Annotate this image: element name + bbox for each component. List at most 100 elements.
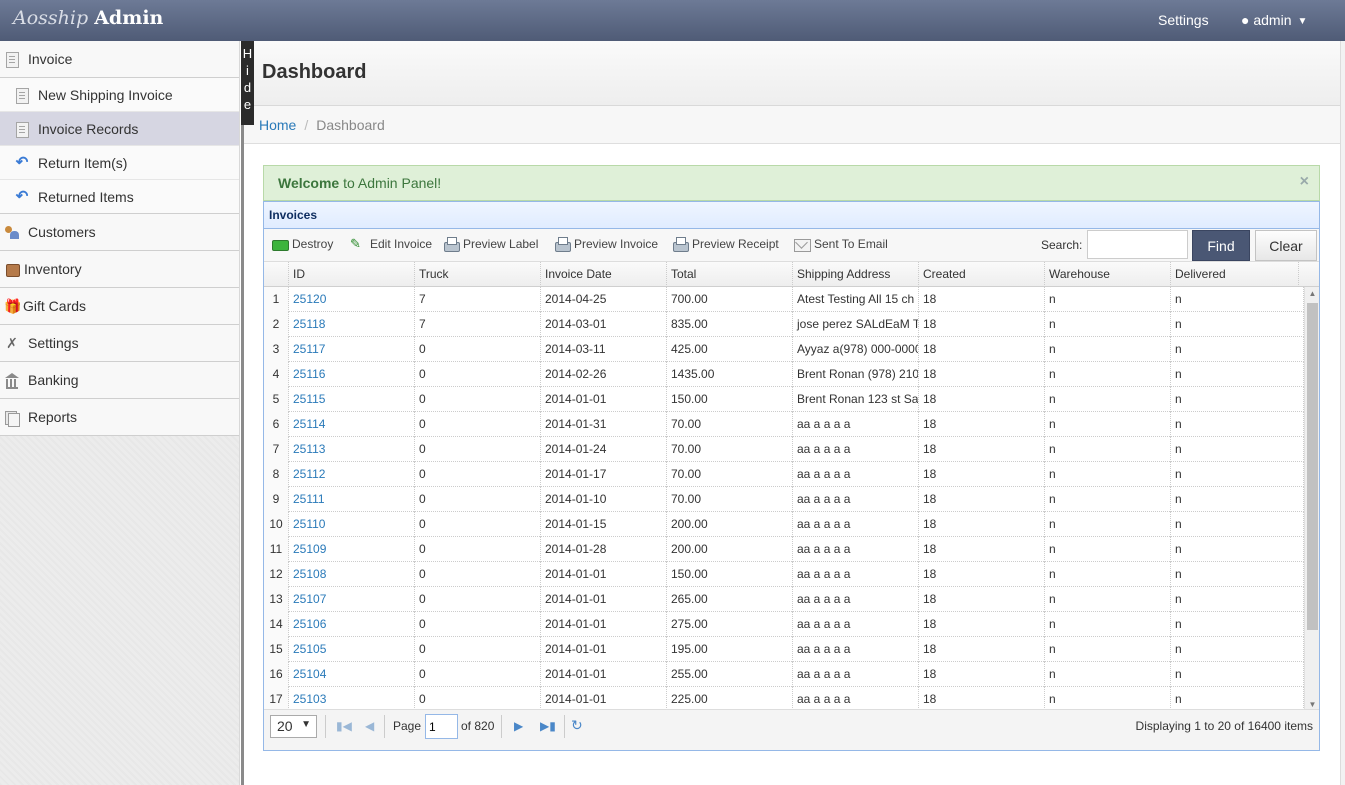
cell-created: 18 — [919, 462, 1045, 487]
table-row[interactable]: 1 25120 7 2014-04-25 700.00 Atest Testing All… — [264, 287, 1304, 312]
sidebar-item-new-shipping-invoice[interactable]: New Shipping Invoice — [0, 78, 239, 112]
search-label: Search: — [1041, 238, 1083, 252]
invoice-id-link[interactable]: 25117 — [293, 342, 325, 356]
sidebar-item-return-items[interactable]: ↶ Return Item(s) — [0, 146, 239, 180]
brand-logo[interactable]: Aosship Admin — [13, 7, 163, 29]
table-row[interactable]: 6 25114 0 2014-01-31 70.00 aa a a a a 18 n n — [264, 412, 1304, 437]
invoice-id-link[interactable]: 25116 — [293, 367, 325, 381]
cell-total: 195.00 — [667, 637, 793, 662]
table-row[interactable]: 17 25103 0 2014-01-01 225.00 aa a a a a 18 n n — [264, 687, 1304, 709]
row-number: 5 — [264, 387, 289, 412]
send-email-label: Sent To Email — [814, 237, 888, 251]
invoice-id-link[interactable]: 25105 — [293, 642, 326, 656]
hide-sidebar-toggle[interactable]: H i d e — [241, 41, 254, 125]
chevron-down-icon: ▼ — [1297, 16, 1308, 27]
table-row[interactable]: 16 25104 0 2014-01-01 255.00 aa a a a a 18 n n — [264, 662, 1304, 687]
table-row[interactable]: 3 25117 0 2014-03-11 425.00 Ayyaz a(978) 000-… — [264, 337, 1304, 362]
top-settings-link[interactable]: Settings — [1158, 12, 1209, 28]
previous-page-icon[interactable]: ◀ — [365, 719, 374, 733]
grid-scrollbar[interactable]: ▲ ▼ — [1304, 287, 1319, 709]
cell-invoice-date: 2014-03-11 — [541, 337, 667, 362]
table-row[interactable]: 9 25111 0 2014-01-10 70.00 aa a a a a 18 n n — [264, 487, 1304, 512]
sidebar-group-settings[interactable]: ✗ Settings — [0, 325, 239, 362]
invoice-id-link[interactable]: 25113 — [293, 442, 325, 456]
cell-truck: 0 — [415, 537, 541, 562]
column-header-delivered[interactable]: Delivered — [1171, 262, 1299, 287]
cell-delivered: n — [1171, 512, 1304, 537]
cell-created: 18 — [919, 512, 1045, 537]
cell-invoice-date: 2014-01-01 — [541, 687, 667, 709]
invoice-id-link[interactable]: 25112 — [293, 467, 325, 481]
invoice-id-link[interactable]: 25103 — [293, 692, 326, 706]
scroll-up-arrow-icon[interactable]: ▲ — [1305, 287, 1319, 301]
last-page-icon[interactable]: ▶▮ — [540, 719, 556, 733]
sidebar-group-reports[interactable]: Reports — [0, 399, 239, 436]
preview-receipt-button[interactable]: Preview Receipt — [672, 237, 779, 252]
sidebar-item-invoice-records[interactable]: Invoice Records — [0, 112, 239, 146]
column-header-warehouse[interactable]: Warehouse — [1045, 262, 1171, 287]
edit-invoice-button[interactable]: ✎ Edit Invoice — [350, 237, 433, 252]
sidebar: Invoice New Shipping Invoice Invoice Rec… — [0, 41, 240, 785]
page-number-input[interactable] — [425, 714, 458, 739]
close-icon[interactable]: × — [1300, 173, 1309, 191]
destroy-button[interactable]: Destroy — [272, 237, 333, 251]
invoice-id-link[interactable]: 25109 — [293, 542, 326, 556]
search-input[interactable] — [1087, 230, 1188, 259]
hide-letter: H — [242, 46, 253, 61]
column-header-invoice-date[interactable]: Invoice Date — [541, 262, 667, 287]
column-header-created[interactable]: Created — [919, 262, 1045, 287]
edit-invoice-label: Edit Invoice — [370, 237, 433, 251]
cell-id: 25112 — [289, 462, 415, 487]
preview-label-button[interactable]: Preview Label — [443, 237, 538, 252]
user-menu[interactable]: ● admin ▼ — [1241, 12, 1307, 28]
sidebar-group-inventory[interactable]: Inventory — [0, 251, 239, 288]
cell-warehouse: n — [1045, 337, 1171, 362]
preview-invoice-button[interactable]: Preview Invoice — [554, 237, 658, 252]
cell-shipping-address: aa a a a a — [793, 537, 919, 562]
table-row[interactable]: 12 25108 0 2014-01-01 150.00 aa a a a a 18 n n — [264, 562, 1304, 587]
next-page-icon[interactable]: ▶ — [514, 719, 523, 733]
page-size-select[interactable]: 20 ▼ — [270, 715, 317, 738]
table-row[interactable]: 5 25115 0 2014-01-01 150.00 Brent Ronan 123 s… — [264, 387, 1304, 412]
column-header-truck[interactable]: Truck — [415, 262, 541, 287]
sidebar-group-invoice[interactable]: Invoice — [0, 41, 239, 78]
sidebar-group-banking[interactable]: Banking — [0, 362, 239, 399]
hide-letter: i — [246, 63, 249, 78]
table-row[interactable]: 8 25112 0 2014-01-17 70.00 aa a a a a 18 n n — [264, 462, 1304, 487]
table-row[interactable]: 7 25113 0 2014-01-24 70.00 aa a a a a 18 n n — [264, 437, 1304, 462]
column-header-shipping-address[interactable]: Shipping Address — [793, 262, 919, 287]
invoice-id-link[interactable]: 25111 — [293, 492, 325, 506]
find-button[interactable]: Find — [1192, 230, 1250, 261]
table-row[interactable]: 10 25110 0 2014-01-15 200.00 aa a a a a 18 n n — [264, 512, 1304, 537]
invoice-id-link[interactable]: 25115 — [293, 392, 325, 406]
breadcrumb-home-link[interactable]: Home — [259, 117, 296, 133]
invoice-id-link[interactable]: 25108 — [293, 567, 326, 581]
table-row[interactable]: 13 25107 0 2014-01-01 265.00 aa a a a a 18 n n — [264, 587, 1304, 612]
scrollbar-thumb[interactable] — [1307, 303, 1318, 630]
reports-icon — [4, 409, 20, 427]
column-header-total[interactable]: Total — [667, 262, 793, 287]
invoice-id-link[interactable]: 25107 — [293, 592, 326, 606]
table-row[interactable]: 15 25105 0 2014-01-01 195.00 aa a a a a 18 n n — [264, 637, 1304, 662]
table-row[interactable]: 2 25118 7 2014-03-01 835.00 jose perez SALdEa… — [264, 312, 1304, 337]
invoice-id-link[interactable]: 25106 — [293, 617, 326, 631]
invoice-id-link[interactable]: 25104 — [293, 667, 326, 681]
invoice-id-link[interactable]: 25114 — [293, 417, 325, 431]
table-row[interactable]: 14 25106 0 2014-01-01 275.00 aa a a a a 18 n n — [264, 612, 1304, 637]
clear-button[interactable]: Clear — [1255, 230, 1317, 261]
invoice-id-link[interactable]: 25120 — [293, 292, 326, 306]
sidebar-group-customers[interactable]: Customers — [0, 214, 239, 251]
refresh-icon[interactable]: ↻ — [571, 717, 583, 734]
customers-icon — [4, 224, 20, 240]
sidebar-item-returned-items[interactable]: ↶ Returned Items — [0, 180, 239, 214]
sidebar-group-gift-cards[interactable]: 🎁 Gift Cards — [0, 288, 239, 325]
cell-shipping-address: Brent Ronan (978) 210 — [793, 362, 919, 387]
table-row[interactable]: 4 25116 0 2014-02-26 1435.00 Brent Ronan (978… — [264, 362, 1304, 387]
invoice-id-link[interactable]: 25110 — [293, 517, 325, 531]
scroll-down-arrow-icon[interactable]: ▼ — [1305, 698, 1319, 709]
invoice-id-link[interactable]: 25118 — [293, 317, 325, 331]
send-email-button[interactable]: Sent To Email — [794, 237, 888, 252]
table-row[interactable]: 11 25109 0 2014-01-28 200.00 aa a a a a 18 n n — [264, 537, 1304, 562]
first-page-icon[interactable]: ▮◀ — [336, 719, 352, 733]
column-header-id[interactable]: ID — [289, 262, 415, 287]
